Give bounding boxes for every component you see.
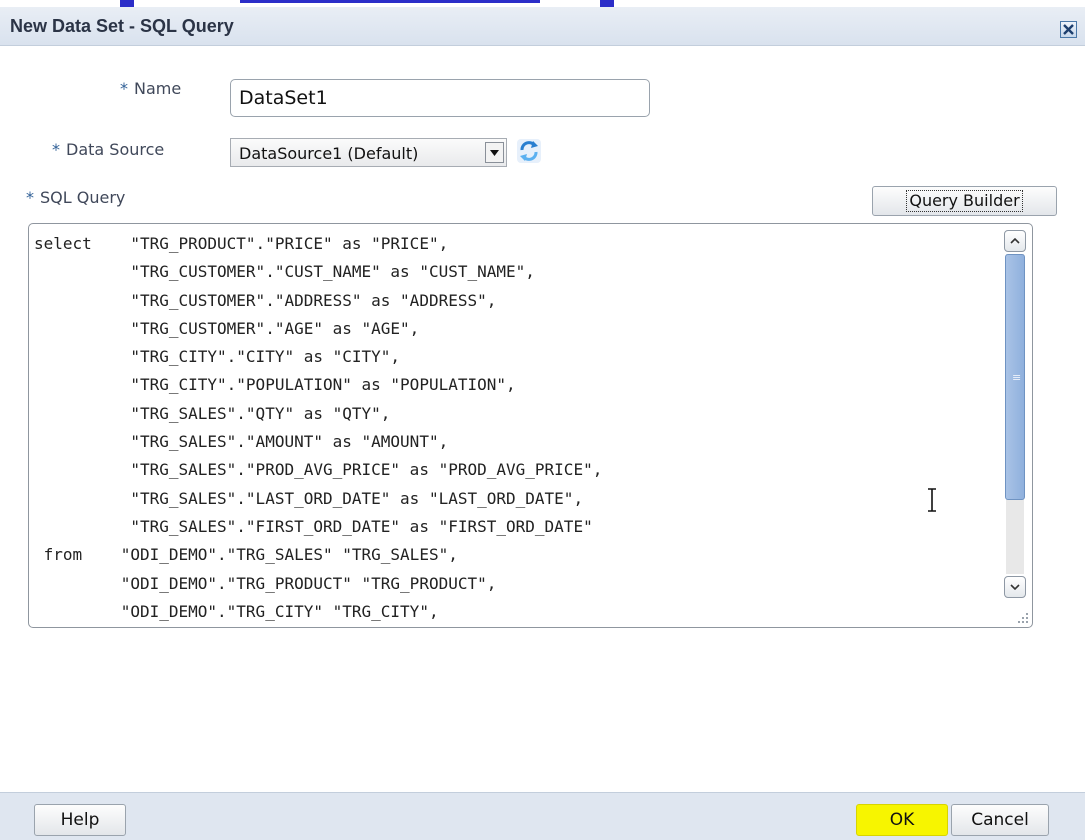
top-edge-stroke — [240, 0, 540, 3]
name-label: * Name — [120, 79, 181, 98]
required-marker: * — [26, 188, 34, 207]
resize-grip-icon[interactable] — [1015, 610, 1029, 624]
required-marker: * — [120, 79, 128, 98]
scrollbar-grip-icon: ≡ — [1012, 371, 1022, 384]
datasource-dropdown-button[interactable] — [485, 142, 504, 163]
scroll-down-button[interactable] — [1004, 576, 1026, 598]
chevron-up-icon — [1010, 238, 1020, 244]
dialog-title-bar: New Data Set - SQL Query — [0, 7, 1085, 46]
top-edge-stroke — [600, 0, 614, 7]
name-input[interactable] — [230, 79, 650, 117]
datasource-label: * Data Source — [52, 140, 164, 159]
sql-query-label-text: SQL Query — [40, 188, 126, 207]
refresh-icon[interactable] — [514, 137, 544, 165]
close-button[interactable] — [1060, 21, 1077, 38]
required-marker: * — [52, 140, 60, 159]
scroll-up-button[interactable] — [1004, 230, 1026, 252]
dialog-title: New Data Set - SQL Query — [10, 16, 234, 36]
chevron-down-icon — [490, 149, 499, 156]
datasource-label-text: Data Source — [66, 140, 165, 159]
chevron-down-icon — [1010, 584, 1020, 590]
help-button[interactable]: Help — [34, 804, 126, 836]
sql-query-label: * SQL Query — [26, 188, 125, 207]
datasource-value: DataSource1 (Default) — [239, 144, 419, 163]
sql-scrollbar[interactable]: ≡ — [1004, 230, 1026, 598]
query-builder-label: Query Builder — [906, 190, 1023, 212]
close-icon — [1063, 24, 1074, 35]
sql-query-text[interactable]: select "TRG_PRODUCT"."PRICE" as "PRICE",… — [34, 230, 602, 626]
cancel-button[interactable]: Cancel — [951, 804, 1049, 836]
datasource-select[interactable]: DataSource1 (Default) — [230, 138, 507, 167]
text-cursor-icon — [928, 488, 936, 512]
query-builder-button[interactable]: Query Builder — [872, 186, 1057, 216]
ok-button[interactable]: OK — [856, 804, 948, 836]
dialog-footer: Help OK Cancel — [0, 792, 1085, 840]
sql-query-textarea[interactable]: select "TRG_PRODUCT"."PRICE" as "PRICE",… — [28, 223, 1033, 628]
name-label-text: Name — [134, 79, 182, 98]
top-edge-stroke — [120, 0, 134, 7]
scrollbar-thumb[interactable]: ≡ — [1005, 254, 1025, 500]
